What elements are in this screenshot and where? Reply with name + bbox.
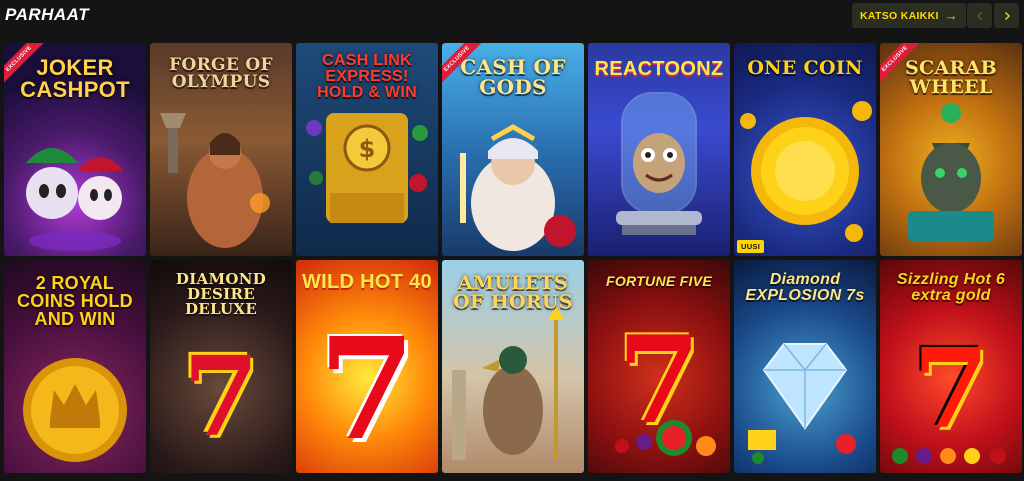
see-all-label: KATSO KAIKKI xyxy=(860,9,939,22)
see-all-button[interactable]: KATSO KAIKKI → xyxy=(852,3,966,28)
new-badge: UUSI xyxy=(737,240,765,253)
chevron-left-icon xyxy=(976,11,982,20)
game-tile-joker-cashpot[interactable]: JOKER CASHPOT EXCLUSIVE xyxy=(4,43,146,256)
chevron-right-icon xyxy=(1004,11,1010,20)
seven-symbol: 7 xyxy=(318,308,416,472)
game-tile-amulets-of-horus[interactable]: AMULETS OF HORUS xyxy=(442,260,584,473)
game-tile-fortune-five[interactable]: 7 FORTUNE FIVE xyxy=(588,260,730,473)
game-tile-one-coin[interactable]: ONE COIN UUSI xyxy=(734,43,876,256)
game-title: FORGE OF OLYMPUS xyxy=(169,55,273,92)
game-tile-wild-hot-40[interactable]: 7 WILD HOT 40 xyxy=(296,260,438,473)
game-tile-2-royal-coins[interactable]: 2 ROYAL COINS HOLD AND WIN xyxy=(4,260,146,473)
game-tile-scarab-wheel[interactable]: SCARAB WHEEL EXCLUSIVE xyxy=(880,43,1022,256)
game-title: WILD HOT 40 xyxy=(302,271,432,293)
game-title: CASH OF GODS xyxy=(460,55,566,99)
game-tile-sizzling-hot-6[interactable]: 7 Sizzling Hot 6 extra gold xyxy=(880,260,1022,473)
game-title: DIAMOND DESIRE DELUXE xyxy=(175,270,267,318)
fruit-art xyxy=(615,420,716,456)
section-header: PARHAAT KATSO KAIKKI → xyxy=(0,0,1024,34)
game-tile-reactoonz[interactable]: REACTOONZ xyxy=(588,43,730,256)
carousel-prev-button[interactable] xyxy=(967,3,992,28)
game-title: Sizzling Hot 6 extra gold xyxy=(896,271,1006,304)
game-title: CASH LINK EXPRESS! HOLD & WIN xyxy=(317,52,417,101)
game-tile-cash-link-express[interactable]: $ CASH LINK EXPRESS! HOLD & WIN xyxy=(296,43,438,256)
section-title: PARHAAT xyxy=(5,5,90,24)
carousel-next-button[interactable] xyxy=(994,3,1019,28)
game-title: SCARAB WHEEL xyxy=(905,57,997,98)
game-title: Diamond EXPLOSION 7s xyxy=(745,271,865,304)
game-title: 2 ROYAL COINS HOLD AND WIN xyxy=(16,273,133,329)
game-tile-diamond-desire-deluxe[interactable]: 7 DIAMOND DESIRE DELUXE xyxy=(150,260,292,473)
game-title: AMULETS OF HORUS xyxy=(453,272,573,313)
game-tile-cash-of-gods[interactable]: CASH OF GODS EXCLUSIVE xyxy=(442,43,584,256)
game-title: JOKER CASHPOT xyxy=(20,55,130,102)
game-title: FORTUNE FIVE xyxy=(605,273,713,289)
svg-text:$: $ xyxy=(359,135,376,163)
game-title: REACTOONZ xyxy=(594,58,724,80)
game-tile-forge-of-olympus[interactable]: FORGE OF OLYMPUS xyxy=(150,43,292,256)
arrow-right-icon: → xyxy=(944,8,958,23)
game-title: ONE COIN xyxy=(747,57,863,79)
game-tile-diamond-explosion-7s[interactable]: Diamond EXPLOSION 7s xyxy=(734,260,876,473)
seven-symbol: 7 xyxy=(182,332,260,461)
